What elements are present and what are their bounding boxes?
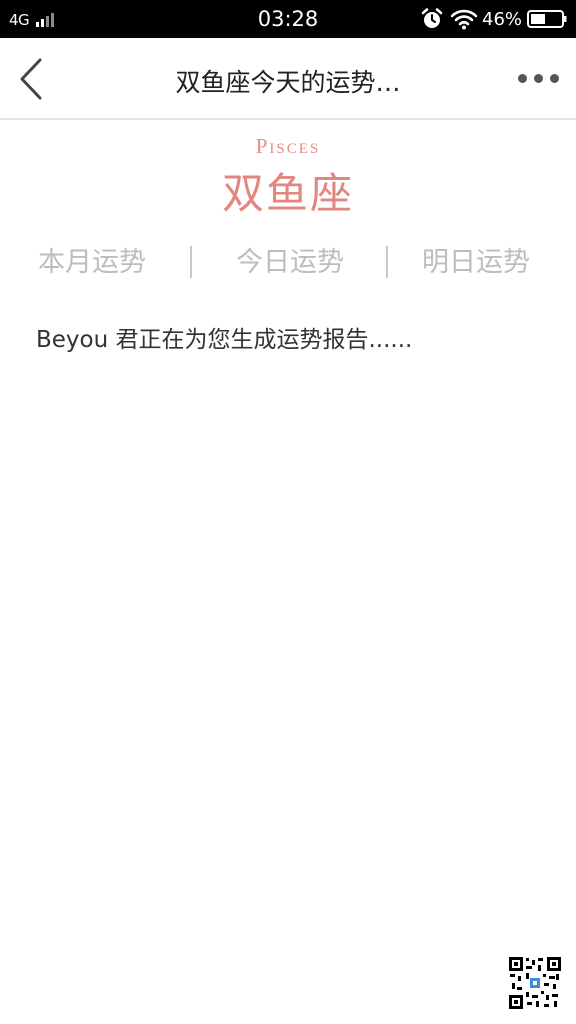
qr-code-icon[interactable]	[508, 956, 562, 1010]
tab-today-fortune[interactable]: 今日运势	[236, 240, 344, 279]
tab-divider	[386, 246, 388, 278]
more-dots-icon[interactable]	[516, 74, 562, 84]
tab-monthly-fortune[interactable]: 本月运势	[38, 240, 146, 279]
battery-icon	[527, 10, 567, 28]
status-bar: 4G 03:28 46%	[0, 0, 576, 38]
battery-percent: 46%	[482, 9, 523, 30]
wifi-icon	[451, 9, 477, 30]
sign-english-name: Pisces	[255, 134, 321, 158]
back-chevron-icon[interactable]	[14, 56, 48, 102]
tab-tomorrow-fortune[interactable]: 明日运势	[422, 240, 530, 279]
sign-chinese-name: 双鱼座	[221, 169, 354, 218]
page-title: 双鱼座今天的运势…	[175, 68, 401, 97]
alarm-icon	[421, 8, 443, 28]
fortune-tabs: 本月运势 今日运势 明日运势	[0, 240, 576, 284]
navigation-bar: 双鱼座今天的运势…	[0, 38, 576, 120]
tab-divider	[190, 246, 192, 278]
loading-message: Beyou 君正在为您生成运势报告......	[36, 327, 413, 353]
